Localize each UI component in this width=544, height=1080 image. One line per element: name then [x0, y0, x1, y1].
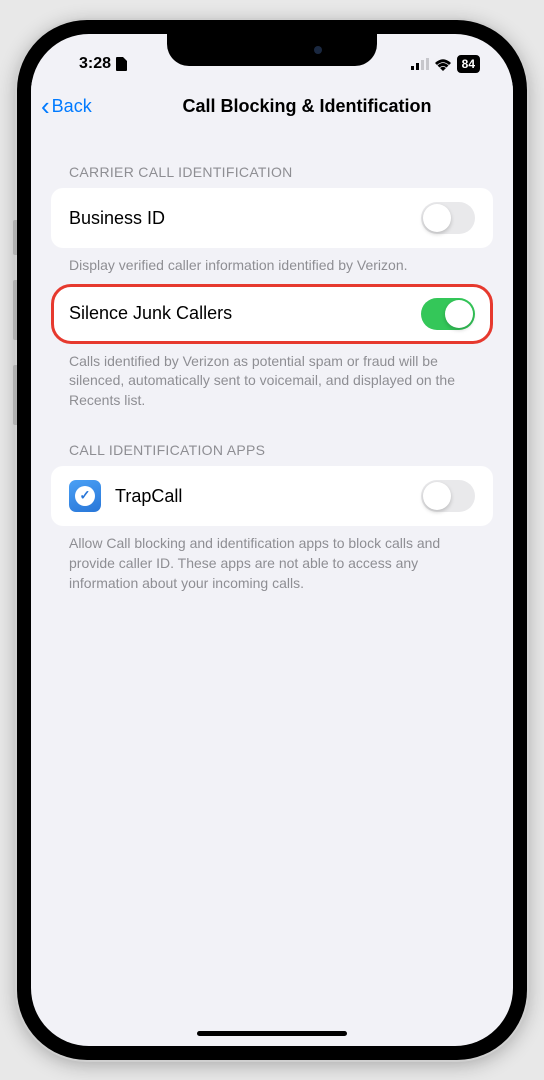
section-header-apps: CALL IDENTIFICATION APPS [51, 418, 493, 466]
status-time: 3:28 [79, 55, 111, 73]
notch [167, 34, 377, 66]
phone-frame: 3:28 84 ‹ Back Call Blocking & Identific… [17, 20, 527, 1060]
sim-icon [116, 57, 127, 71]
back-button[interactable]: ‹ Back [41, 93, 92, 119]
apps-footer: Allow Call blocking and identification a… [51, 526, 493, 601]
trapcall-app-icon [69, 480, 101, 512]
trapcall-toggle[interactable] [421, 480, 475, 512]
trapcall-label: TrapCall [115, 486, 182, 507]
chevron-left-icon: ‹ [41, 93, 50, 119]
front-camera-icon [314, 46, 322, 54]
back-label: Back [52, 96, 92, 117]
settings-content: CARRIER CALL IDENTIFICATION Business ID … [31, 130, 513, 601]
silence-junk-label: Silence Junk Callers [69, 303, 232, 324]
side-buttons [13, 220, 17, 450]
section-header-carrier: CARRIER CALL IDENTIFICATION [51, 130, 493, 188]
silence-junk-toggle[interactable] [421, 298, 475, 330]
wifi-icon [434, 58, 452, 71]
page-title: Call Blocking & Identification [109, 96, 505, 117]
toggle-knob [445, 300, 473, 328]
cellular-signal-icon [411, 58, 429, 70]
silence-junk-callers-cell[interactable]: Silence Junk Callers [51, 284, 493, 344]
business-id-footer: Display verified caller information iden… [51, 248, 493, 284]
navigation-bar: ‹ Back Call Blocking & Identification [31, 82, 513, 130]
business-id-toggle[interactable] [421, 202, 475, 234]
business-id-label: Business ID [69, 208, 165, 229]
home-indicator[interactable] [197, 1031, 347, 1036]
toggle-knob [423, 204, 451, 232]
business-id-cell[interactable]: Business ID [51, 188, 493, 248]
checkmark-badge-icon [75, 486, 95, 506]
trapcall-cell[interactable]: TrapCall [51, 466, 493, 526]
toggle-knob [423, 482, 451, 510]
battery-icon: 84 [457, 55, 480, 73]
silence-junk-footer: Calls identified by Verizon as potential… [51, 344, 493, 419]
screen: 3:28 84 ‹ Back Call Blocking & Identific… [31, 34, 513, 1046]
